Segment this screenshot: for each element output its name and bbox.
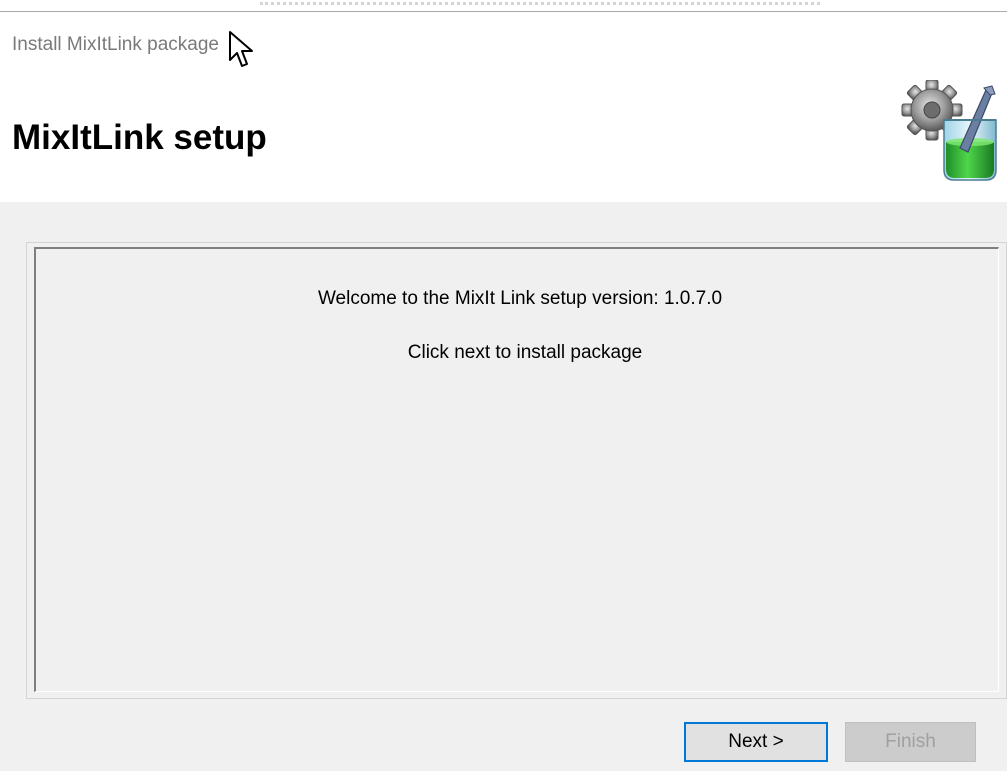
page-title: MixItLink setup xyxy=(12,118,267,157)
background-window-strip xyxy=(0,0,1007,12)
welcome-message: Welcome to the MixIt Link setup version:… xyxy=(317,288,723,309)
instruction-message: Click next to install package xyxy=(407,342,643,363)
finish-button[interactable]: Finish xyxy=(845,722,976,762)
mouse-cursor-icon xyxy=(228,30,254,72)
background-window-text xyxy=(260,0,820,5)
welcome-panel xyxy=(34,247,999,692)
window-title: Install MixItLink package xyxy=(12,34,219,55)
next-button[interactable]: Next > xyxy=(684,722,828,762)
installer-window: Install MixItLink package MixItLink setu… xyxy=(0,0,1007,771)
setup-gear-beaker-icon xyxy=(900,79,1000,184)
